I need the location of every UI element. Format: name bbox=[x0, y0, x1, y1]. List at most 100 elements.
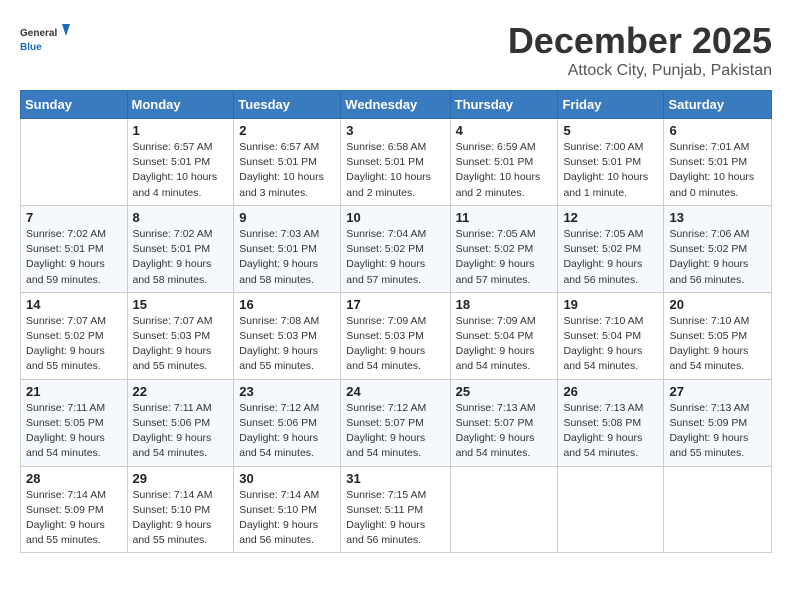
day-number: 8 bbox=[133, 210, 229, 225]
day-info: Sunrise: 7:02 AMSunset: 5:01 PMDaylight:… bbox=[26, 228, 106, 286]
subtitle: Attock City, Punjab, Pakistan bbox=[508, 62, 772, 80]
day-number: 9 bbox=[239, 210, 335, 225]
day-info: Sunrise: 6:57 AMSunset: 5:01 PMDaylight:… bbox=[133, 141, 218, 199]
day-header-saturday: Saturday bbox=[664, 91, 772, 119]
day-header-sunday: Sunday bbox=[21, 91, 128, 119]
day-info: Sunrise: 7:15 AMSunset: 5:11 PMDaylight:… bbox=[346, 489, 426, 547]
day-number: 26 bbox=[563, 384, 658, 399]
calendar-cell: 24 Sunrise: 7:12 AMSunset: 5:07 PMDayligh… bbox=[341, 379, 450, 466]
day-info: Sunrise: 7:13 AMSunset: 5:07 PMDaylight:… bbox=[456, 402, 536, 460]
day-number: 13 bbox=[669, 210, 766, 225]
day-number: 17 bbox=[346, 297, 444, 312]
day-number: 1 bbox=[133, 123, 229, 138]
day-info: Sunrise: 7:14 AMSunset: 5:10 PMDaylight:… bbox=[239, 489, 319, 547]
calendar-cell: 6Sunrise: 7:01 AMSunset: 5:01 PMDaylight… bbox=[664, 119, 772, 206]
calendar-cell: 8 Sunrise: 7:02 AMSunset: 5:01 PMDaylight… bbox=[127, 205, 234, 292]
calendar-cell: 11Sunrise: 7:05 AMSunset: 5:02 PMDayligh… bbox=[450, 205, 558, 292]
calendar-cell: 16Sunrise: 7:08 AMSunset: 5:03 PMDayligh… bbox=[234, 292, 341, 379]
day-number: 5 bbox=[563, 123, 658, 138]
calendar-cell: 5 Sunrise: 7:00 AMSunset: 5:01 PMDaylight… bbox=[558, 119, 664, 206]
day-info: Sunrise: 7:01 AMSunset: 5:01 PMDaylight:… bbox=[669, 141, 754, 199]
calendar-cell: 28 Sunrise: 7:14 AMSunset: 5:09 PMDayligh… bbox=[21, 466, 128, 553]
month-title: December 2025 bbox=[508, 20, 772, 62]
day-info: Sunrise: 7:10 AMSunset: 5:04 PMDaylight:… bbox=[563, 315, 643, 373]
day-info: Sunrise: 6:58 AMSunset: 5:01 PMDaylight:… bbox=[346, 141, 431, 199]
calendar-cell: 15 Sunrise: 7:07 AMSunset: 5:03 PMDayligh… bbox=[127, 292, 234, 379]
day-info: Sunrise: 7:04 AMSunset: 5:02 PMDaylight:… bbox=[346, 228, 426, 286]
day-number: 25 bbox=[456, 384, 553, 399]
day-info: Sunrise: 7:12 AMSunset: 5:07 PMDaylight:… bbox=[346, 402, 426, 460]
calendar-cell: 10 Sunrise: 7:04 AMSunset: 5:02 PMDayligh… bbox=[341, 205, 450, 292]
day-info: Sunrise: 7:14 AMSunset: 5:09 PMDaylight:… bbox=[26, 489, 106, 547]
calendar-cell: 9 Sunrise: 7:03 AMSunset: 5:01 PMDaylight… bbox=[234, 205, 341, 292]
calendar-cell: 23 Sunrise: 7:12 AMSunset: 5:06 PMDayligh… bbox=[234, 379, 341, 466]
day-number: 14 bbox=[26, 297, 122, 312]
day-info: Sunrise: 7:11 AMSunset: 5:06 PMDaylight:… bbox=[133, 402, 212, 460]
day-info: Sunrise: 6:57 AMSunset: 5:01 PMDaylight:… bbox=[239, 141, 324, 199]
day-header-wednesday: Wednesday bbox=[341, 91, 450, 119]
day-number: 27 bbox=[669, 384, 766, 399]
day-info: Sunrise: 7:06 AMSunset: 5:02 PMDaylight:… bbox=[669, 228, 749, 286]
day-number: 3 bbox=[346, 123, 444, 138]
day-info: Sunrise: 7:05 AMSunset: 5:02 PMDaylight:… bbox=[563, 228, 643, 286]
day-number: 31 bbox=[346, 471, 444, 486]
day-info: Sunrise: 7:13 AMSunset: 5:09 PMDaylight:… bbox=[669, 402, 749, 460]
day-info: Sunrise: 7:07 AMSunset: 5:02 PMDaylight:… bbox=[26, 315, 106, 373]
calendar-cell: 17Sunrise: 7:09 AMSunset: 5:03 PMDayligh… bbox=[341, 292, 450, 379]
day-number: 23 bbox=[239, 384, 335, 399]
day-info: Sunrise: 7:07 AMSunset: 5:03 PMDaylight:… bbox=[133, 315, 213, 373]
calendar-cell bbox=[21, 119, 128, 206]
day-info: Sunrise: 7:11 AMSunset: 5:05 PMDaylight:… bbox=[26, 402, 105, 460]
day-info: Sunrise: 7:12 AMSunset: 5:06 PMDaylight:… bbox=[239, 402, 319, 460]
calendar-cell: 4 Sunrise: 6:59 AMSunset: 5:01 PMDaylight… bbox=[450, 119, 558, 206]
calendar-cell: 27 Sunrise: 7:13 AMSunset: 5:09 PMDayligh… bbox=[664, 379, 772, 466]
day-number: 21 bbox=[26, 384, 122, 399]
day-number: 20 bbox=[669, 297, 766, 312]
day-header-tuesday: Tuesday bbox=[234, 91, 341, 119]
day-number: 22 bbox=[133, 384, 229, 399]
day-info: Sunrise: 7:09 AMSunset: 5:04 PMDaylight:… bbox=[456, 315, 536, 373]
day-number: 18 bbox=[456, 297, 553, 312]
calendar-cell: 3 Sunrise: 6:58 AMSunset: 5:01 PMDaylight… bbox=[341, 119, 450, 206]
day-number: 24 bbox=[346, 384, 444, 399]
calendar-cell: 30 Sunrise: 7:14 AMSunset: 5:10 PMDayligh… bbox=[234, 466, 341, 553]
day-info: Sunrise: 7:00 AMSunset: 5:01 PMDaylight:… bbox=[563, 141, 648, 199]
calendar-cell bbox=[558, 466, 664, 553]
calendar-cell: 22 Sunrise: 7:11 AMSunset: 5:06 PMDayligh… bbox=[127, 379, 234, 466]
title-block: December 2025 Attock City, Punjab, Pakis… bbox=[508, 20, 772, 80]
day-number: 19 bbox=[563, 297, 658, 312]
day-info: Sunrise: 7:03 AMSunset: 5:01 PMDaylight:… bbox=[239, 228, 319, 286]
calendar-cell: 1 Sunrise: 6:57 AMSunset: 5:01 PMDaylight… bbox=[127, 119, 234, 206]
day-header-friday: Friday bbox=[558, 91, 664, 119]
calendar-cell bbox=[664, 466, 772, 553]
day-number: 28 bbox=[26, 471, 122, 486]
day-info: Sunrise: 6:59 AMSunset: 5:01 PMDaylight:… bbox=[456, 141, 541, 199]
svg-text:Blue: Blue bbox=[20, 42, 42, 53]
calendar-cell: 25 Sunrise: 7:13 AMSunset: 5:07 PMDayligh… bbox=[450, 379, 558, 466]
calendar-cell: 14 Sunrise: 7:07 AMSunset: 5:02 PMDayligh… bbox=[21, 292, 128, 379]
calendar-cell: 21 Sunrise: 7:11 AMSunset: 5:05 PMDayligh… bbox=[21, 379, 128, 466]
day-header-thursday: Thursday bbox=[450, 91, 558, 119]
day-number: 10 bbox=[346, 210, 444, 225]
day-number: 30 bbox=[239, 471, 335, 486]
calendar-cell: 31 Sunrise: 7:15 AMSunset: 5:11 PMDayligh… bbox=[341, 466, 450, 553]
calendar-cell bbox=[450, 466, 558, 553]
day-number: 12 bbox=[563, 210, 658, 225]
day-info: Sunrise: 7:13 AMSunset: 5:08 PMDaylight:… bbox=[563, 402, 643, 460]
day-info: Sunrise: 7:14 AMSunset: 5:10 PMDaylight:… bbox=[133, 489, 213, 547]
day-info: Sunrise: 7:10 AMSunset: 5:05 PMDaylight:… bbox=[669, 315, 749, 373]
calendar-cell: 19 Sunrise: 7:10 AMSunset: 5:04 PMDayligh… bbox=[558, 292, 664, 379]
day-number: 15 bbox=[133, 297, 229, 312]
calendar-cell: 12 Sunrise: 7:05 AMSunset: 5:02 PMDayligh… bbox=[558, 205, 664, 292]
calendar: SundayMondayTuesdayWednesdayThursdayFrid… bbox=[20, 90, 772, 553]
calendar-cell: 13 Sunrise: 7:06 AMSunset: 5:02 PMDayligh… bbox=[664, 205, 772, 292]
day-number: 4 bbox=[456, 123, 553, 138]
day-number: 7 bbox=[26, 210, 122, 225]
logo: General Blue bbox=[20, 20, 70, 60]
day-header-monday: Monday bbox=[127, 91, 234, 119]
calendar-cell: 2Sunrise: 6:57 AMSunset: 5:01 PMDaylight… bbox=[234, 119, 341, 206]
day-info: Sunrise: 7:02 AMSunset: 5:01 PMDaylight:… bbox=[133, 228, 213, 286]
calendar-cell: 26 Sunrise: 7:13 AMSunset: 5:08 PMDayligh… bbox=[558, 379, 664, 466]
day-info: Sunrise: 7:05 AMSunset: 5:02 PMDaylight:… bbox=[456, 228, 536, 286]
calendar-cell: 18 Sunrise: 7:09 AMSunset: 5:04 PMDayligh… bbox=[450, 292, 558, 379]
